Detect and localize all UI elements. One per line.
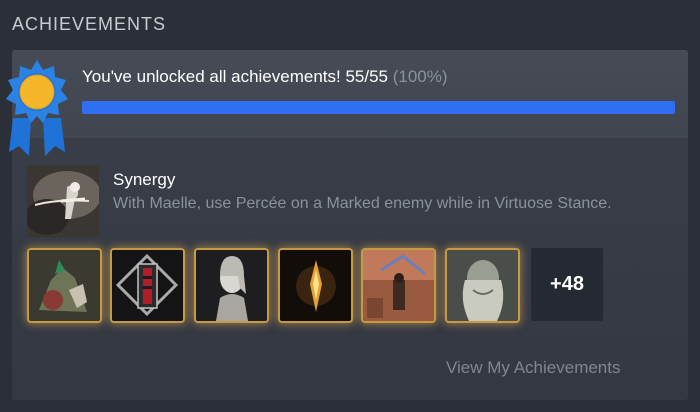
achievement-thumbnail[interactable]: [112, 250, 183, 321]
achievement-thumbnail[interactable]: [447, 250, 518, 321]
achievement-thumbnail[interactable]: [196, 250, 267, 321]
more-achievements-count[interactable]: +48: [531, 248, 603, 321]
view-my-achievements-link[interactable]: View My Achievements: [446, 358, 620, 378]
achievement-thumbnail[interactable]: [280, 250, 351, 321]
featured-achievement-name: Synergy: [113, 170, 176, 189]
unlock-summary: You've unlocked all achievements! 55/55 …: [82, 67, 448, 87]
progress-fill: [82, 101, 675, 114]
featured-achievement-description: With Maelle, use Percée on a Marked enem…: [113, 195, 612, 212]
achievement-thumbnail[interactable]: [363, 250, 434, 321]
unlock-message: You've unlocked all achievements! 55/55: [82, 67, 388, 86]
progress-bar: [82, 101, 675, 114]
section-title: ACHIEVEMENTS: [12, 14, 167, 34]
summary-band: [12, 50, 688, 138]
achievement-thumbnail[interactable]: [29, 250, 100, 321]
unlock-percent: (100%): [392, 67, 448, 86]
featured-achievement-icon[interactable]: [27, 165, 99, 237]
award-ribbon-icon: [5, 58, 69, 162]
